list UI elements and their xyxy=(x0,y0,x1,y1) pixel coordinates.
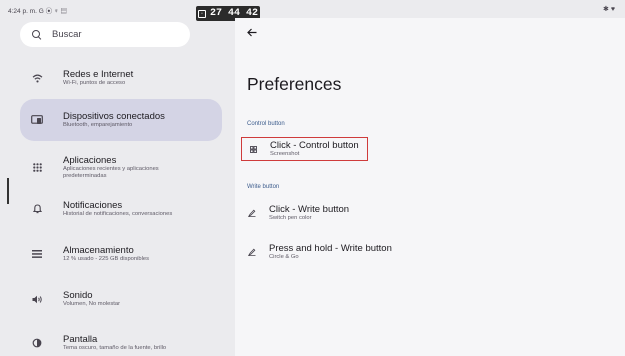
search-placeholder: Buscar xyxy=(52,29,82,40)
nav-item-apps[interactable]: Aplicaciones Aplicaciones recientes y ap… xyxy=(20,149,222,185)
pref-subtitle: Switch pen color xyxy=(269,215,312,221)
pref-click-control-button[interactable]: Click - Control button Screenshot xyxy=(241,137,368,161)
nav-item-subtitle: Aplicaciones recientes y aplicaciones pr… xyxy=(63,165,159,179)
settings-nav-panel: Buscar Redes e Internet Wi-Fi, puntos de… xyxy=(0,18,235,356)
screen-record-icon: ▫ xyxy=(197,9,206,18)
connected-devices-icon xyxy=(20,115,54,125)
pref-title: Press and hold - Write button xyxy=(269,243,392,254)
pen-icon xyxy=(241,248,263,256)
nav-item-subtitle: Volumen, No molestar xyxy=(63,301,121,307)
status-bar-left: 4:24 p. m. G ⦿ ♆ ▤ xyxy=(8,8,68,15)
grid-icon xyxy=(242,145,264,153)
pref-title: Click - Control button xyxy=(270,140,359,151)
search-icon xyxy=(32,29,42,40)
nav-item-subtitle: 12 % usado - 225 GB disponibles xyxy=(63,256,150,262)
wifi-icon xyxy=(20,74,54,83)
edge-handle xyxy=(7,178,9,204)
nav-item-subtitle: Wi-Fi, puntos de acceso xyxy=(63,80,126,86)
search-bar[interactable]: Buscar xyxy=(20,22,190,47)
nav-item-title: Pantalla xyxy=(63,334,98,345)
speaker-icon xyxy=(20,295,54,304)
preferences-detail-panel: Preferences Control button Click - Contr… xyxy=(235,18,625,356)
nav-item-title: Redes e Internet xyxy=(63,69,134,80)
section-header-control-button: Control button xyxy=(247,121,285,127)
pref-title: Click - Write button xyxy=(269,204,350,215)
storage-icon xyxy=(20,250,54,258)
section-header-write-button: Write button xyxy=(247,184,280,190)
nav-item-subtitle: Historial de notificaciones, conversacio… xyxy=(63,211,173,217)
pref-subtitle: Screenshot xyxy=(270,151,300,157)
nav-item-sound[interactable]: Sonido Volumen, No molestar xyxy=(20,285,222,313)
nav-item-notifications[interactable]: Notificaciones Historial de notificacion… xyxy=(20,195,222,223)
nav-item-network[interactable]: Redes e Internet Wi-Fi, puntos de acceso xyxy=(20,64,222,92)
nav-item-title: Sonido xyxy=(63,290,93,301)
pref-subtitle: Circle & Go xyxy=(269,254,299,260)
nav-item-title: Dispositivos conectados xyxy=(63,111,165,122)
nav-item-title: Almacenamiento xyxy=(63,245,134,256)
display-icon xyxy=(20,338,54,348)
nav-item-connected-devices[interactable]: Dispositivos conectados Bluetooth, empar… xyxy=(20,99,222,141)
nav-item-subtitle: Bluetooth, emparejamiento xyxy=(63,122,133,128)
nav-item-storage[interactable]: Almacenamiento 12 % usado - 225 GB dispo… xyxy=(20,240,222,268)
bell-icon xyxy=(20,204,54,214)
back-arrow-icon[interactable] xyxy=(247,28,257,40)
nav-item-display[interactable]: Pantalla Tema oscuro, tamaño de la fuent… xyxy=(20,329,222,356)
apps-grid-icon xyxy=(20,162,54,172)
nav-item-title: Aplicaciones xyxy=(63,154,117,166)
status-bar-icons: ✱ ♥ xyxy=(603,6,615,13)
status-bar: 4:24 p. m. G ⦿ ♆ ▤ ✱ ♥ xyxy=(0,0,625,18)
nav-item-title: Notificaciones xyxy=(63,200,123,211)
nav-item-subtitle: Tema oscuro, tamaño de la fuente, brillo xyxy=(63,345,167,351)
page-title: Preferences xyxy=(247,74,342,94)
pen-icon xyxy=(241,209,263,217)
pref-press-hold-write-button[interactable]: Press and hold - Write button Circle & G… xyxy=(241,243,392,261)
pref-click-write-button[interactable]: Click - Write button Switch pen color xyxy=(241,204,349,222)
